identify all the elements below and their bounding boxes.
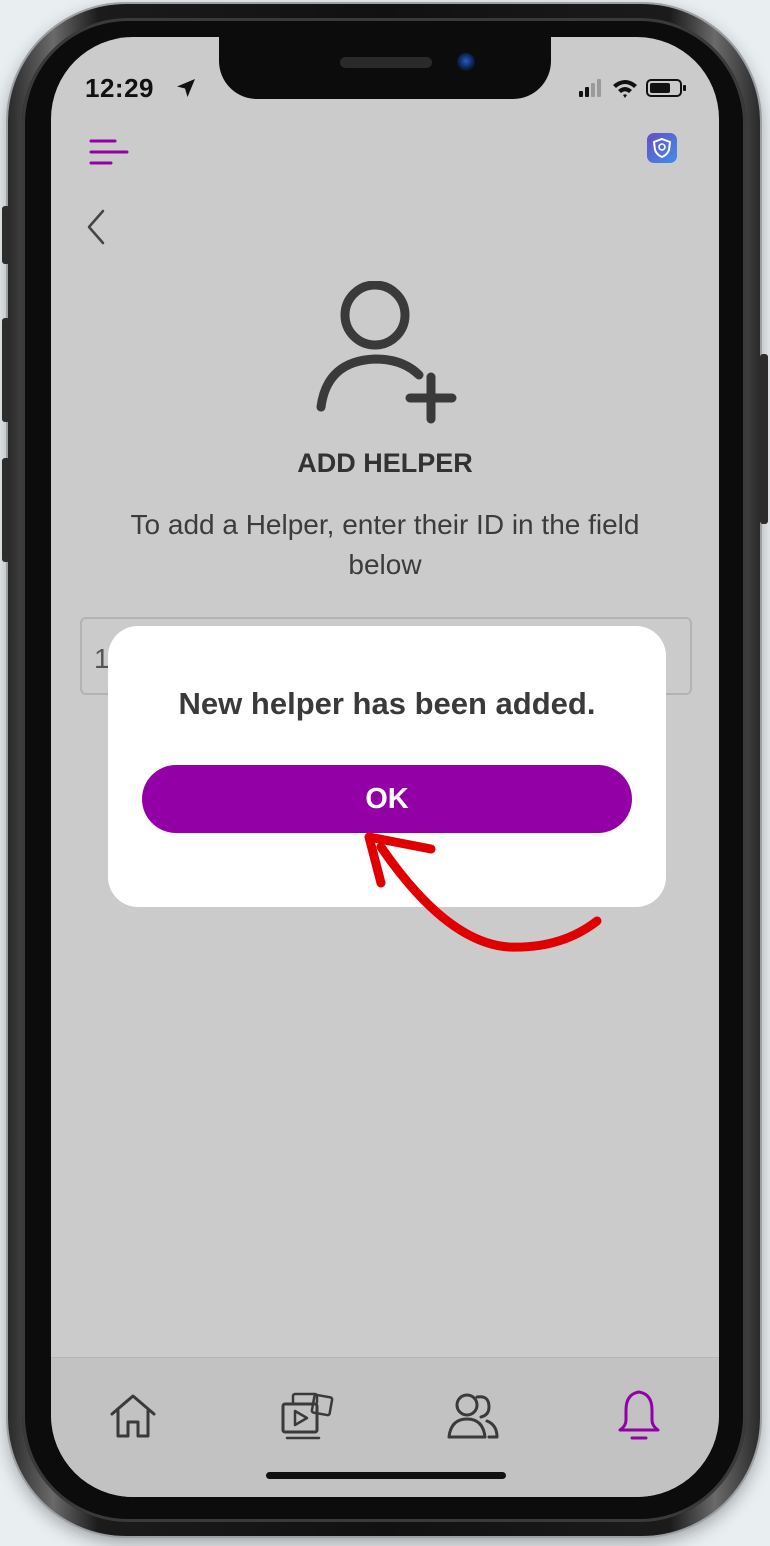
status-time: 12:29 bbox=[85, 73, 154, 103]
bell-icon bbox=[618, 1390, 660, 1440]
add-person-icon bbox=[316, 281, 457, 424]
silent-switch bbox=[2, 206, 10, 264]
chevron-left-icon[interactable] bbox=[85, 207, 109, 247]
signal-icon bbox=[579, 79, 601, 97]
instructions-text: To add a Helper, enter their ID in the f… bbox=[130, 509, 640, 580]
ok-button[interactable]: OK bbox=[142, 765, 632, 833]
page-title: ADD HELPER bbox=[297, 448, 473, 478]
users-icon bbox=[447, 1393, 499, 1439]
shield-logo-glyph bbox=[652, 137, 672, 159]
status-icons bbox=[579, 79, 686, 98]
tab-home[interactable] bbox=[103, 1386, 163, 1446]
location-arrow-icon bbox=[177, 79, 195, 97]
wifi-icon bbox=[613, 80, 637, 98]
volume-down-button bbox=[2, 458, 10, 562]
volume-up-button bbox=[2, 318, 10, 422]
tab-media[interactable] bbox=[277, 1386, 337, 1446]
app-logo-icon[interactable] bbox=[647, 133, 677, 163]
menu-icon[interactable] bbox=[89, 138, 129, 168]
tab-helpers[interactable] bbox=[443, 1386, 503, 1446]
power-button bbox=[760, 354, 768, 524]
home-indicator[interactable] bbox=[266, 1472, 506, 1479]
front-camera bbox=[457, 53, 475, 71]
app-screen: 12:29 ADD HELPER To add a Helper, enter … bbox=[51, 37, 719, 1497]
battery-icon bbox=[646, 79, 686, 97]
dialog-message: New helper has been added. bbox=[178, 686, 596, 721]
confirmation-dialog: New helper has been added. OK bbox=[108, 626, 666, 907]
media-gallery-icon bbox=[281, 1392, 334, 1440]
notch bbox=[219, 37, 551, 99]
tab-notifications[interactable] bbox=[609, 1386, 669, 1446]
home-icon bbox=[110, 1394, 156, 1438]
speaker-grille bbox=[340, 57, 432, 68]
